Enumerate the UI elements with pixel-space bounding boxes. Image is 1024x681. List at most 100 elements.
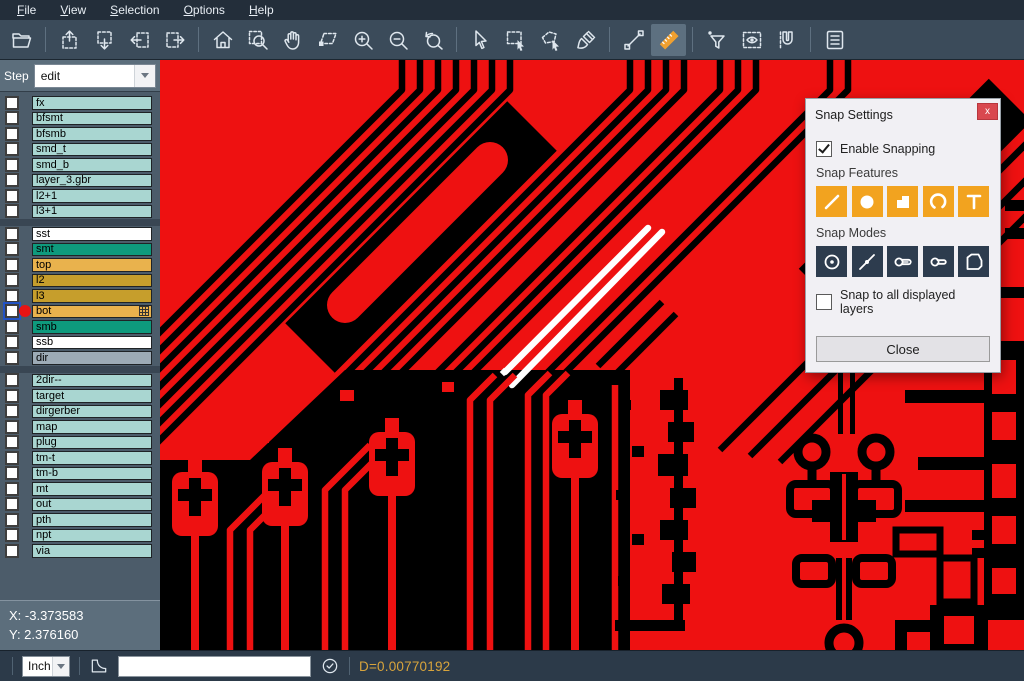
report-button[interactable] [817,24,852,56]
layer-visibility-checkbox[interactable] [5,389,19,403]
layer-visibility-checkbox[interactable] [5,497,19,511]
layer-visibility-checkbox[interactable] [5,466,19,480]
layer-visibility-checkbox[interactable] [5,513,19,527]
layer-row[interactable]: out [0,497,160,513]
layer-visibility-checkbox[interactable] [5,142,19,156]
step-select[interactable]: edit [34,64,156,88]
snap-pad-button[interactable] [852,186,883,217]
select-polygon-button[interactable] [533,24,568,56]
layer-visibility-checkbox[interactable] [5,404,19,418]
layer-visibility-checkbox[interactable] [5,451,19,465]
layer-visibility-checkbox[interactable] [5,189,19,203]
layer-row-bot[interactable]: bot [0,304,160,320]
layer-row[interactable]: ssb [0,335,160,351]
layer-visibility-checkbox[interactable] [5,420,19,434]
pan-down-button[interactable] [87,24,122,56]
pan-up-button[interactable] [52,24,87,56]
snap-arc-button[interactable] [923,186,954,217]
close-button[interactable]: Close [816,336,990,362]
zoom-previous-button[interactable] [415,24,450,56]
layer-row[interactable]: dirgerber [0,404,160,420]
select-rectangle-button[interactable] [498,24,533,56]
dialog-close-button[interactable]: x [977,103,998,120]
layer-row[interactable]: sst [0,226,160,242]
snap-slot-center-button[interactable] [887,246,918,277]
layer-visibility-checkbox[interactable] [5,544,19,558]
pan-hand-button[interactable] [275,24,310,56]
menu-options[interactable]: Options [173,1,236,19]
display-options-button[interactable] [734,24,769,56]
layer-row[interactable]: bfsmb [0,126,160,142]
layer-row[interactable]: l2+1 [0,188,160,204]
layer-visibility-checkbox[interactable] [5,335,19,349]
zoom-out-button[interactable] [380,24,415,56]
layer-visibility-checkbox[interactable] [5,273,19,287]
snap-line-button[interactable] [816,186,847,217]
layer-row[interactable]: tm-b [0,466,160,482]
layer-visibility-checkbox[interactable] [5,204,19,218]
snap-contour-button[interactable] [958,246,989,277]
layer-row[interactable]: tm-t [0,450,160,466]
recalculate-icon[interactable] [320,656,340,676]
layer-visibility-checkbox[interactable] [5,528,19,542]
snap-surface-button[interactable] [887,186,918,217]
layer-row[interactable]: npt [0,528,160,544]
snap-all-layers-checkbox[interactable] [816,294,832,310]
zoom-window-button[interactable] [240,24,275,56]
layer-row[interactable]: bfsmt [0,111,160,127]
zoom-in-button[interactable] [345,24,380,56]
layer-visibility-checkbox[interactable] [5,111,19,125]
layer-row[interactable]: l3+1 [0,204,160,220]
layer-row[interactable]: dir [0,350,160,366]
open-button[interactable] [4,24,39,56]
layer-row[interactable]: l2 [0,273,160,289]
layer-visibility-checkbox[interactable] [5,127,19,141]
layer-row[interactable]: pth [0,512,160,528]
snap-text-button[interactable] [958,186,989,217]
measure-value-input[interactable] [118,656,311,677]
select-button[interactable] [463,24,498,56]
dialog-title-bar[interactable]: Snap Settings x [806,99,1000,128]
enable-snapping-checkbox[interactable] [816,141,832,157]
layer-row[interactable]: map [0,419,160,435]
home-view-button[interactable] [205,24,240,56]
layer-row[interactable]: mt [0,481,160,497]
measure-point-button[interactable] [616,24,651,56]
layer-visibility-checkbox[interactable] [5,258,19,272]
layer-visibility-checkbox[interactable] [5,96,19,110]
layer-row[interactable]: target [0,388,160,404]
layer-visibility-checkbox[interactable] [5,373,19,387]
layer-row[interactable]: smd_b [0,157,160,173]
pan-left-button[interactable] [122,24,157,56]
menu-view[interactable]: View [49,1,97,19]
units-select[interactable]: Inch [22,656,70,677]
layer-row[interactable]: l3 [0,288,160,304]
pcb-canvas[interactable]: Snap Settings x Enable Snapping Snap Fea… [160,60,1024,650]
menu-file[interactable]: File [6,1,47,19]
layer-row[interactable]: via [0,543,160,559]
layer-visibility-checkbox[interactable] [5,320,19,334]
enable-snapping-row[interactable]: Enable Snapping [816,141,990,157]
menu-help[interactable]: Help [238,1,285,19]
layer-row[interactable]: 2dir-- [0,373,160,389]
filter-button[interactable] [699,24,734,56]
layer-row[interactable]: smt [0,242,160,258]
layer-visibility-checkbox[interactable] [5,227,19,241]
layer-row[interactable]: smb [0,319,160,335]
clear-selection-button[interactable] [568,24,603,56]
snap-line-point-button[interactable] [852,246,883,277]
zoom-object-button[interactable] [310,24,345,56]
layer-visibility-checkbox[interactable] [5,158,19,172]
pan-right-button[interactable] [157,24,192,56]
layer-visibility-checkbox[interactable] [5,482,19,496]
layer-row[interactable]: smd_t [0,142,160,158]
layer-row[interactable]: top [0,257,160,273]
layer-row[interactable]: plug [0,435,160,451]
layer-visibility-checkbox[interactable] [5,351,19,365]
layer-visibility-checkbox[interactable] [5,173,19,187]
layer-visibility-checkbox[interactable] [5,242,19,256]
angle-measure-icon[interactable] [89,656,109,676]
menu-selection[interactable]: Selection [99,1,170,19]
layer-visibility-checkbox[interactable] [5,435,19,449]
layer-visibility-checkbox[interactable] [5,289,19,303]
